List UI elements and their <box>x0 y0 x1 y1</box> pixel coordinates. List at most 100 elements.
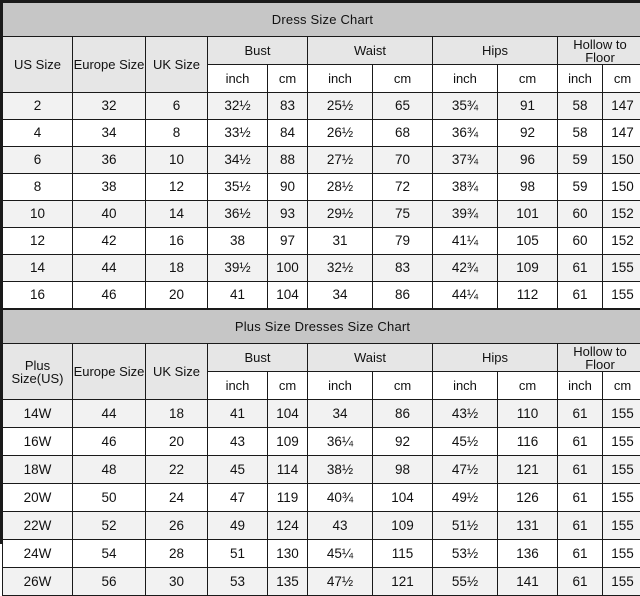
cell-hollow-cm: 155 <box>603 456 640 484</box>
cell-hollow-inch: 60 <box>558 228 603 255</box>
unit-waist-cm: cm <box>373 65 433 93</box>
plus-chart-title-row: Plus Size Dresses Size Chart <box>3 310 640 344</box>
header-plus-size-us: Plus Size(US) <box>3 344 73 400</box>
cell-hips-inch: 51½ <box>433 512 498 540</box>
plus-chart-group-header-row: Plus Size(US) Europe Size UK Size Bust W… <box>3 344 640 372</box>
header-hollow-to-floor: Hollow to Floor <box>558 37 640 65</box>
cell-uk: 24 <box>146 484 208 512</box>
cell-waist-cm: 92 <box>373 428 433 456</box>
unit-hollow-cm: cm <box>603 372 640 400</box>
cell-uk: 16 <box>146 228 208 255</box>
cell-bust-inch: 45 <box>208 456 268 484</box>
header-europe-size: Europe Size <box>73 37 146 93</box>
cell-uk: 30 <box>146 568 208 596</box>
header-bust: Bust <box>208 37 308 65</box>
cell-bust-cm: 84 <box>268 120 308 147</box>
cell-waist-cm: 86 <box>373 282 433 309</box>
cell-waist-cm: 86 <box>373 400 433 428</box>
cell-europe: 46 <box>73 428 146 456</box>
cell-waist-cm: 83 <box>373 255 433 282</box>
cell-waist-cm: 104 <box>373 484 433 512</box>
table-row: 8381235½9028½7238¾9859150 <box>3 174 640 201</box>
cell-us: 6 <box>3 147 73 174</box>
cell-bust-cm: 119 <box>268 484 308 512</box>
cell-europe: 44 <box>73 400 146 428</box>
cell-us: 16W <box>3 428 73 456</box>
unit-hollow-inch: inch <box>558 65 603 93</box>
cell-waist-inch: 31 <box>308 228 373 255</box>
cell-hollow-cm: 155 <box>603 512 640 540</box>
cell-us: 12 <box>3 228 73 255</box>
cell-uk: 20 <box>146 282 208 309</box>
cell-bust-inch: 49 <box>208 512 268 540</box>
unit-hips-inch: inch <box>433 65 498 93</box>
cell-europe: 36 <box>73 147 146 174</box>
cell-uk: 18 <box>146 255 208 282</box>
size-chart-container: Dress Size Chart US Size Europe Size UK … <box>0 0 640 544</box>
cell-europe: 32 <box>73 93 146 120</box>
cell-hips-cm: 112 <box>498 282 558 309</box>
cell-hollow-inch: 61 <box>558 568 603 596</box>
cell-waist-cm: 98 <box>373 456 433 484</box>
cell-us: 2 <box>3 93 73 120</box>
cell-bust-cm: 88 <box>268 147 308 174</box>
cell-us: 20W <box>3 484 73 512</box>
cell-hips-cm: 121 <box>498 456 558 484</box>
cell-hollow-inch: 61 <box>558 400 603 428</box>
cell-europe: 50 <box>73 484 146 512</box>
header-bust: Bust <box>208 344 308 372</box>
cell-waist-inch: 26½ <box>308 120 373 147</box>
cell-hips-cm: 110 <box>498 400 558 428</box>
cell-hollow-cm: 155 <box>603 568 640 596</box>
cell-us: 14 <box>3 255 73 282</box>
cell-us: 22W <box>3 512 73 540</box>
cell-bust-cm: 83 <box>268 93 308 120</box>
cell-hollow-inch: 58 <box>558 93 603 120</box>
unit-hollow-inch: inch <box>558 372 603 400</box>
table-row: 6361034½8827½7037¾9659150 <box>3 147 640 174</box>
unit-hollow-cm: cm <box>603 65 640 93</box>
cell-uk: 14 <box>146 201 208 228</box>
cell-hips-inch: 44¼ <box>433 282 498 309</box>
cell-hips-cm: 131 <box>498 512 558 540</box>
cell-hollow-inch: 61 <box>558 456 603 484</box>
unit-waist-inch: inch <box>308 65 373 93</box>
cell-europe: 40 <box>73 201 146 228</box>
cell-waist-cm: 70 <box>373 147 433 174</box>
cell-hips-cm: 98 <box>498 174 558 201</box>
cell-waist-cm: 65 <box>373 93 433 120</box>
table-row: 16462041104348644¼11261155 <box>3 282 640 309</box>
cell-bust-cm: 100 <box>268 255 308 282</box>
cell-us: 14W <box>3 400 73 428</box>
cell-europe: 34 <box>73 120 146 147</box>
cell-hollow-cm: 150 <box>603 147 640 174</box>
dress-chart-group-header-row: US Size Europe Size UK Size Bust Waist H… <box>3 37 640 65</box>
cell-bust-cm: 104 <box>268 282 308 309</box>
cell-hips-cm: 109 <box>498 255 558 282</box>
cell-bust-cm: 124 <box>268 512 308 540</box>
cell-waist-cm: 75 <box>373 201 433 228</box>
table-row: 20W50244711940¾10449½12661155 <box>3 484 640 512</box>
cell-hips-cm: 91 <box>498 93 558 120</box>
cell-uk: 6 <box>146 93 208 120</box>
cell-hips-cm: 96 <box>498 147 558 174</box>
cell-bust-cm: 135 <box>268 568 308 596</box>
header-uk-size: UK Size <box>146 344 208 400</box>
cell-europe: 52 <box>73 512 146 540</box>
cell-hips-inch: 36¾ <box>433 120 498 147</box>
cell-bust-cm: 93 <box>268 201 308 228</box>
table-row: 18W48224511438½9847½12161155 <box>3 456 640 484</box>
header-uk-size: UK Size <box>146 37 208 93</box>
cell-hollow-inch: 61 <box>558 255 603 282</box>
cell-bust-inch: 41 <box>208 400 268 428</box>
cell-hollow-inch: 58 <box>558 120 603 147</box>
cell-us: 18W <box>3 456 73 484</box>
unit-hips-cm: cm <box>498 372 558 400</box>
cell-waist-inch: 27½ <box>308 147 373 174</box>
cell-hips-inch: 47½ <box>433 456 498 484</box>
cell-hips-inch: 35¾ <box>433 93 498 120</box>
cell-bust-inch: 34½ <box>208 147 268 174</box>
cell-waist-cm: 72 <box>373 174 433 201</box>
cell-hollow-cm: 155 <box>603 400 640 428</box>
unit-bust-cm: cm <box>268 372 308 400</box>
